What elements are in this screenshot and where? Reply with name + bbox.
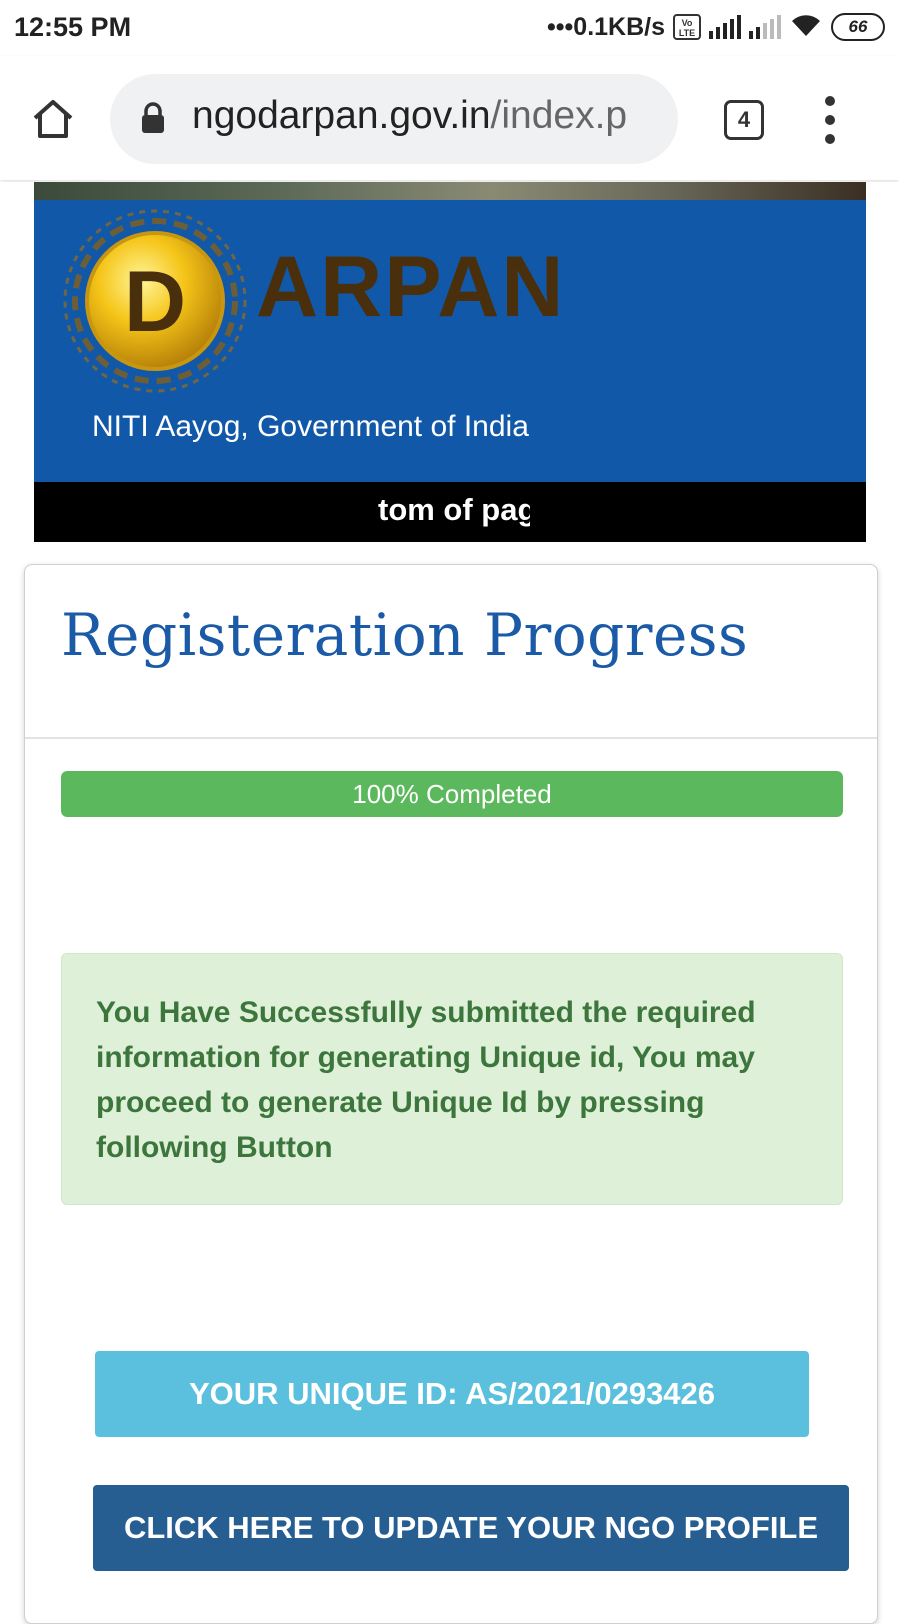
logo-letter: D xyxy=(124,254,186,350)
unique-id-badge: YOUR UNIQUE ID: AS/2021/0293426 xyxy=(95,1351,809,1437)
battery-icon: 66 xyxy=(831,13,885,41)
update-profile-button[interactable]: CLICK HERE TO UPDATE YOUR NGO PROFILE xyxy=(93,1485,849,1571)
registration-card: Registeration Progress 100% Completed Yo… xyxy=(24,564,878,1624)
header-banner: D ARPAN NITI Aayog, Government of India xyxy=(34,182,866,482)
page-content: D ARPAN NITI Aayog, Government of India … xyxy=(0,182,899,1624)
lock-icon xyxy=(140,102,166,139)
status-time: 12:55 PM xyxy=(14,12,132,42)
status-icons: •••0.1KB/s Vo LTE 66 xyxy=(547,10,885,44)
url-path: /index.p xyxy=(490,94,628,137)
success-alert: You Have Successfully submitted the requ… xyxy=(61,953,843,1205)
browser-toolbar: ngodarpan.gov.in/index.p 4 xyxy=(0,56,899,180)
more-menu-icon[interactable] xyxy=(822,96,838,144)
home-icon[interactable] xyxy=(26,92,80,146)
url-host: ngodarpan.gov.in xyxy=(192,94,491,137)
wifi-icon xyxy=(789,12,823,43)
progress-fill: 100% Completed xyxy=(61,771,843,817)
page-title: Registeration Progress xyxy=(61,601,749,669)
signal-icon-secondary xyxy=(749,15,781,39)
brand-name: ARPAN xyxy=(256,239,566,335)
progress-bar: 100% Completed xyxy=(61,771,843,817)
address-bar[interactable]: ngodarpan.gov.in/index.p xyxy=(110,74,678,164)
card-divider xyxy=(25,737,877,739)
banner-photo-strip xyxy=(34,182,866,200)
network-speed: •••0.1KB/s xyxy=(547,12,665,41)
unique-id-text: YOUR UNIQUE ID: AS/2021/0293426 xyxy=(188,1376,716,1411)
news-ticker[interactable]: tom of pag xyxy=(34,482,866,542)
success-message: You Have Successfully submitted the requ… xyxy=(96,996,756,1164)
tabs-icon[interactable]: 4 xyxy=(724,100,764,140)
volte-icon: Vo LTE xyxy=(673,14,701,40)
update-profile-label: CLICK HERE TO UPDATE YOUR NGO PROFILE xyxy=(123,1510,819,1545)
darpan-logo: D xyxy=(60,206,250,396)
url-text: ngodarpan.gov.in/index.p xyxy=(192,94,627,138)
signal-icon xyxy=(709,15,741,39)
progress-label: 100% Completed xyxy=(352,778,552,809)
status-bar: 12:55 PM •••0.1KB/s Vo LTE 66 xyxy=(0,0,899,56)
banner-tagline: NITI Aayog, Government of India xyxy=(92,410,529,443)
ticker-text: tom of pag xyxy=(378,492,530,527)
